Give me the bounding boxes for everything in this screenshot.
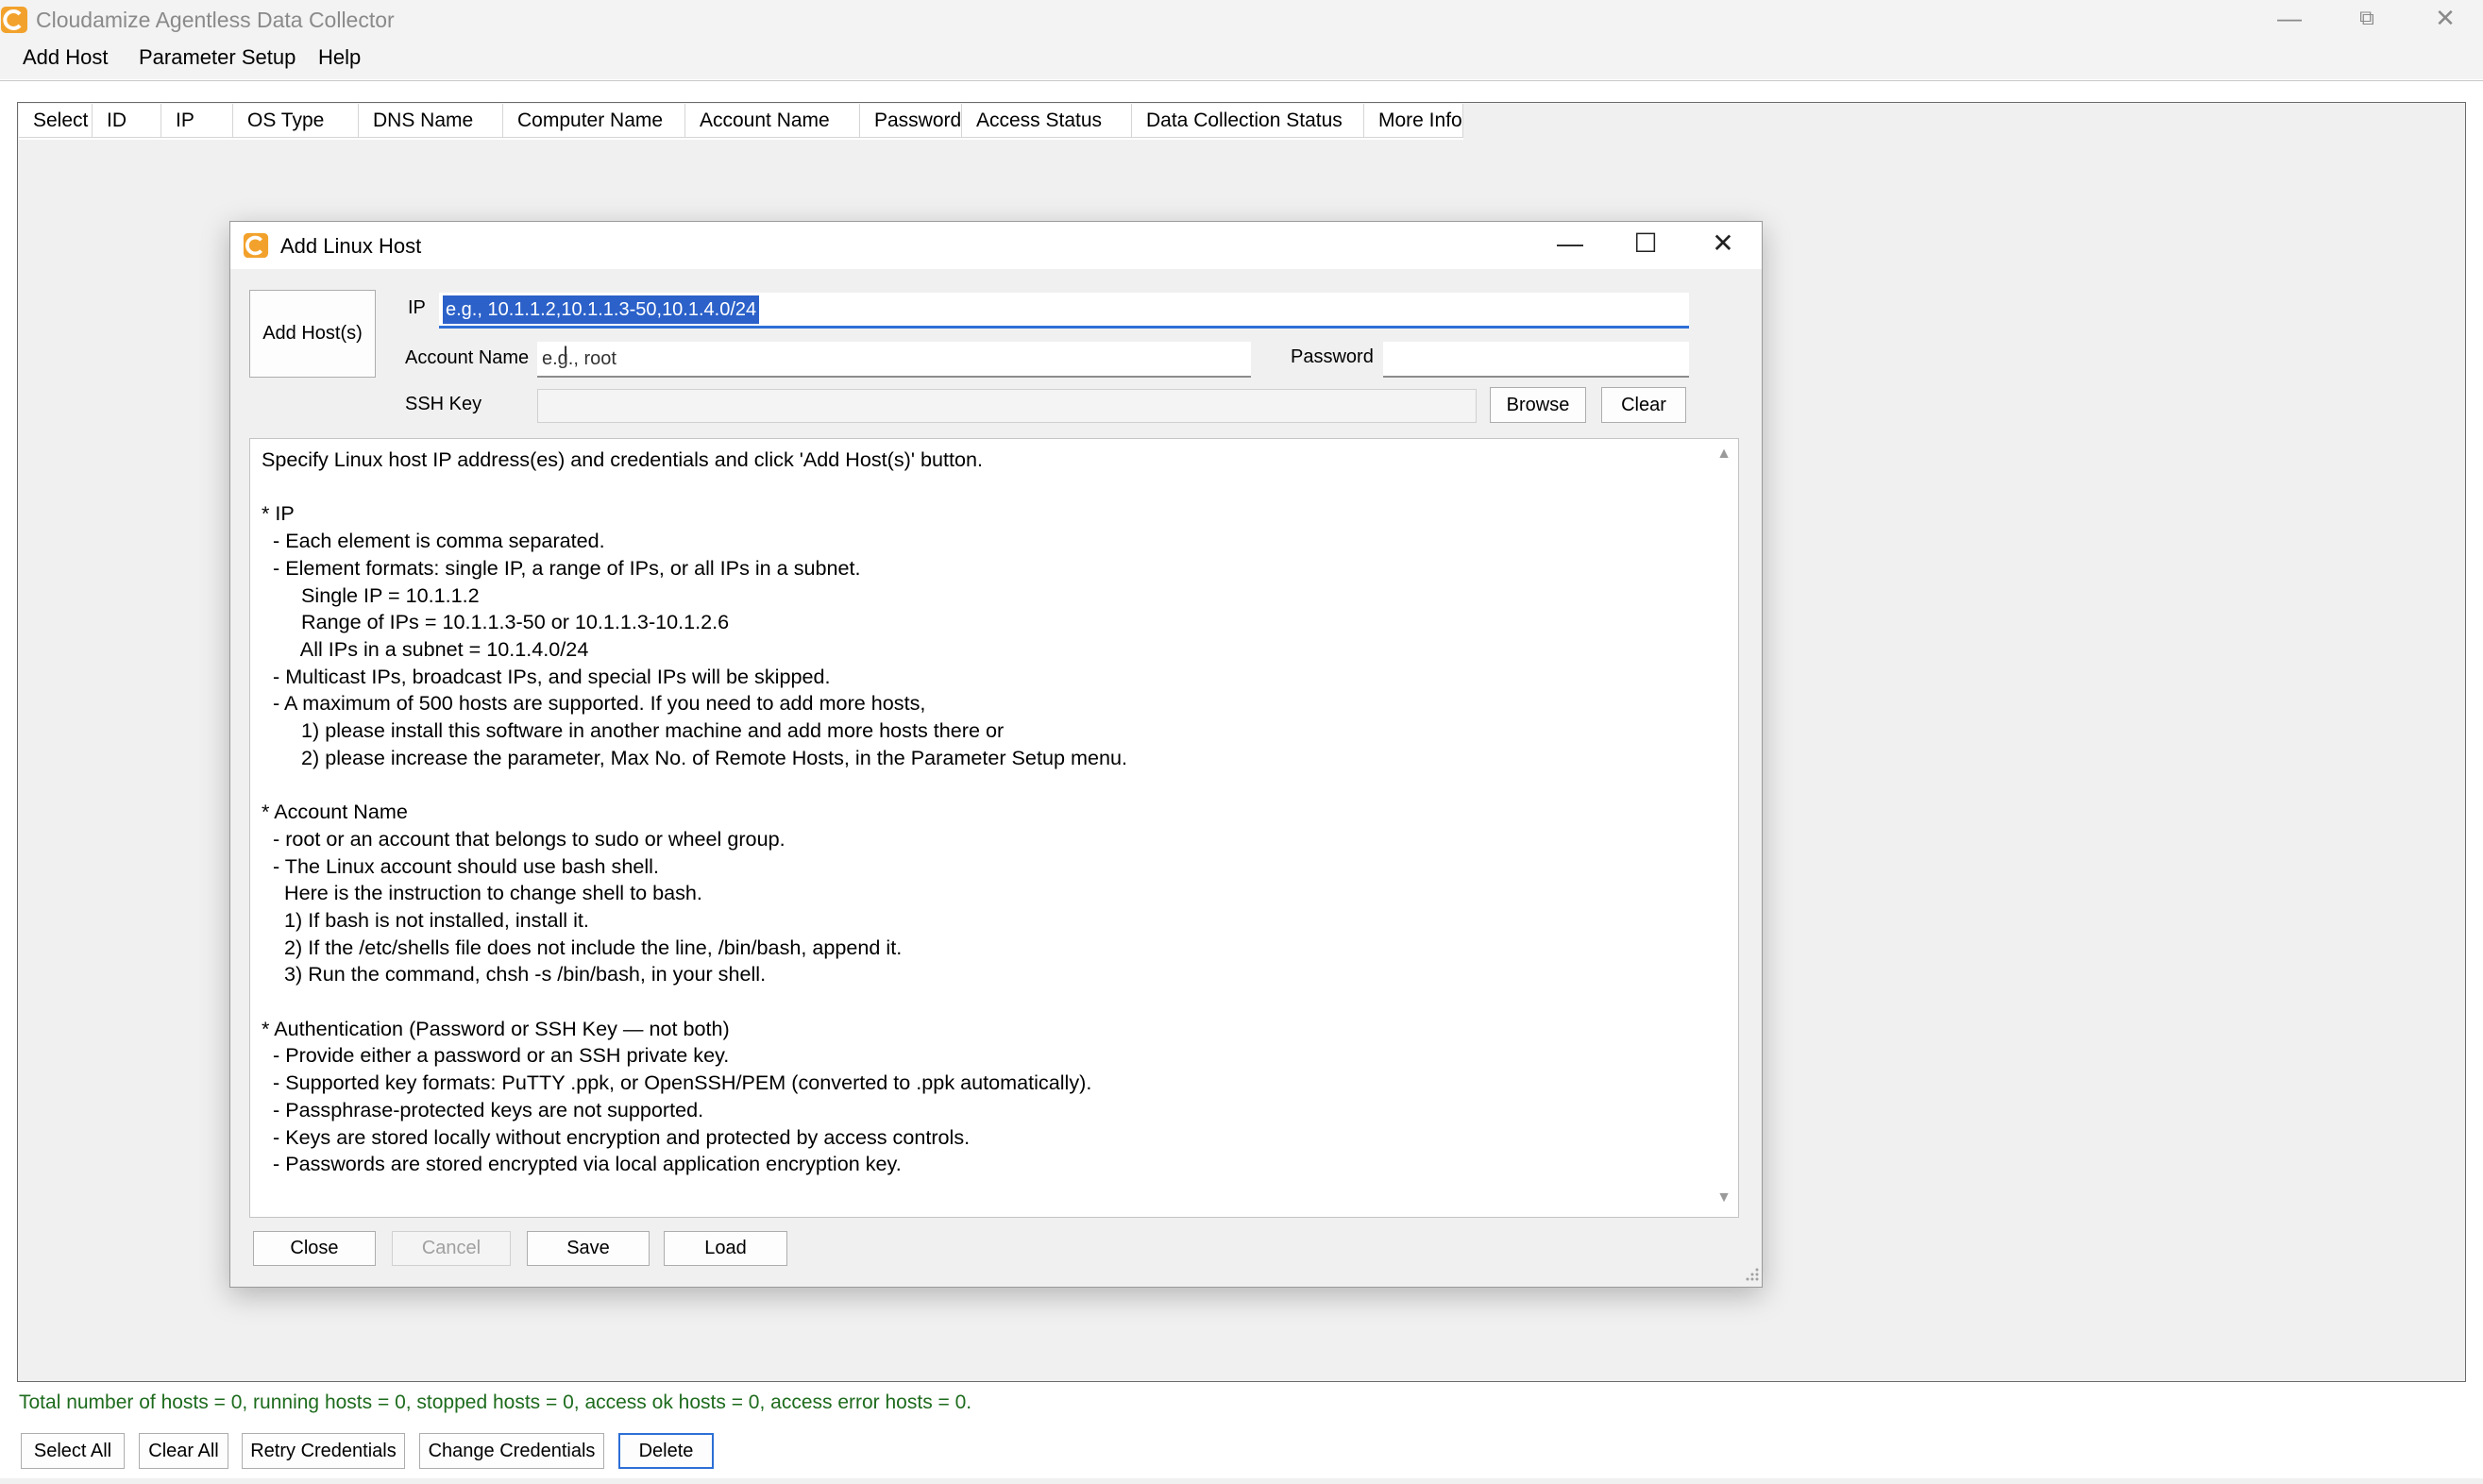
close-icon[interactable]: ✕ bbox=[2422, 0, 2469, 36]
text-cursor-icon: I bbox=[563, 342, 569, 365]
retry-credentials-button[interactable]: Retry Credentials bbox=[242, 1433, 405, 1469]
menu-parameter-setup[interactable]: Parameter Setup bbox=[139, 45, 296, 70]
clear-all-button[interactable]: Clear All bbox=[139, 1433, 228, 1469]
col-access-status[interactable]: Access Status bbox=[962, 104, 1132, 138]
col-ip[interactable]: IP bbox=[161, 104, 233, 138]
delete-button[interactable]: Delete bbox=[618, 1433, 714, 1469]
account-name-input[interactable]: e.g., root bbox=[537, 342, 1251, 378]
restore-icon[interactable]: ⧉ bbox=[2343, 0, 2390, 36]
dialog-minimize-icon[interactable]: — bbox=[1546, 225, 1594, 262]
col-dns-name[interactable]: DNS Name bbox=[359, 104, 503, 138]
password-label: Password bbox=[1291, 346, 1374, 367]
bottom-edge bbox=[0, 1478, 2483, 1484]
col-account-name[interactable]: Account Name bbox=[685, 104, 860, 138]
grid-header: Select ID IP OS Type DNS Name Computer N… bbox=[19, 104, 1463, 140]
scroll-down-icon[interactable]: ▼ bbox=[1711, 1189, 1737, 1206]
app-logo-icon bbox=[1, 7, 27, 33]
select-all-button[interactable]: Select All bbox=[21, 1433, 125, 1469]
col-id[interactable]: ID bbox=[93, 104, 161, 138]
load-button[interactable]: Load bbox=[664, 1231, 787, 1266]
col-select[interactable]: Select bbox=[19, 104, 93, 138]
status-summary: Total number of hosts = 0, running hosts… bbox=[19, 1391, 972, 1413]
dialog-maximize-icon[interactable]: ☐ bbox=[1622, 225, 1669, 262]
instructions-textbox[interactable]: Specify Linux host IP address(es) and cr… bbox=[249, 438, 1739, 1218]
ssh-key-label: SSH Key bbox=[405, 394, 482, 414]
menu-add-host[interactable]: Add Host bbox=[23, 45, 109, 70]
account-name-label: Account Name bbox=[405, 347, 530, 368]
dialog-title-bar bbox=[230, 222, 1762, 269]
add-hosts-button[interactable]: Add Host(s) bbox=[249, 290, 376, 378]
menu-help[interactable]: Help bbox=[318, 45, 361, 70]
menu-bar bbox=[0, 42, 2483, 79]
minimize-icon[interactable]: — bbox=[2266, 0, 2313, 36]
dialog-title: Add Linux Host bbox=[280, 234, 422, 258]
browse-button[interactable]: Browse bbox=[1490, 387, 1586, 423]
change-credentials-button[interactable]: Change Credentials bbox=[419, 1433, 604, 1469]
dialog-logo-icon bbox=[243, 232, 269, 259]
ssh-key-input[interactable] bbox=[537, 389, 1477, 423]
close-button[interactable]: Close bbox=[253, 1231, 376, 1266]
window-title: Cloudamize Agentless Data Collector bbox=[36, 8, 395, 32]
col-os-type[interactable]: OS Type bbox=[233, 104, 359, 138]
col-more-info[interactable]: More Info bbox=[1364, 104, 1463, 138]
instructions-text: Specify Linux host IP address(es) and cr… bbox=[262, 447, 1127, 1176]
instructions-scrollbar[interactable]: ▲ ▼ bbox=[1711, 440, 1737, 1216]
col-password[interactable]: Password bbox=[860, 104, 962, 138]
menu-divider bbox=[0, 80, 2483, 81]
save-button[interactable]: Save bbox=[527, 1231, 650, 1266]
dialog-close-icon[interactable]: ✕ bbox=[1699, 225, 1747, 262]
ip-label: IP bbox=[408, 297, 426, 318]
ip-input-value: e.g., 10.1.1.2,10.1.1.3-50,10.1.4.0/24 bbox=[443, 295, 760, 324]
clear-ssh-key-button[interactable]: Clear bbox=[1601, 387, 1686, 423]
scroll-up-icon[interactable]: ▲ bbox=[1711, 446, 1737, 463]
col-computer-name[interactable]: Computer Name bbox=[503, 104, 685, 138]
col-data-collection-status[interactable]: Data Collection Status bbox=[1132, 104, 1364, 138]
cancel-button[interactable]: Cancel bbox=[392, 1231, 511, 1266]
password-input[interactable] bbox=[1383, 342, 1689, 378]
resize-grip-icon[interactable] bbox=[1743, 1265, 1760, 1282]
